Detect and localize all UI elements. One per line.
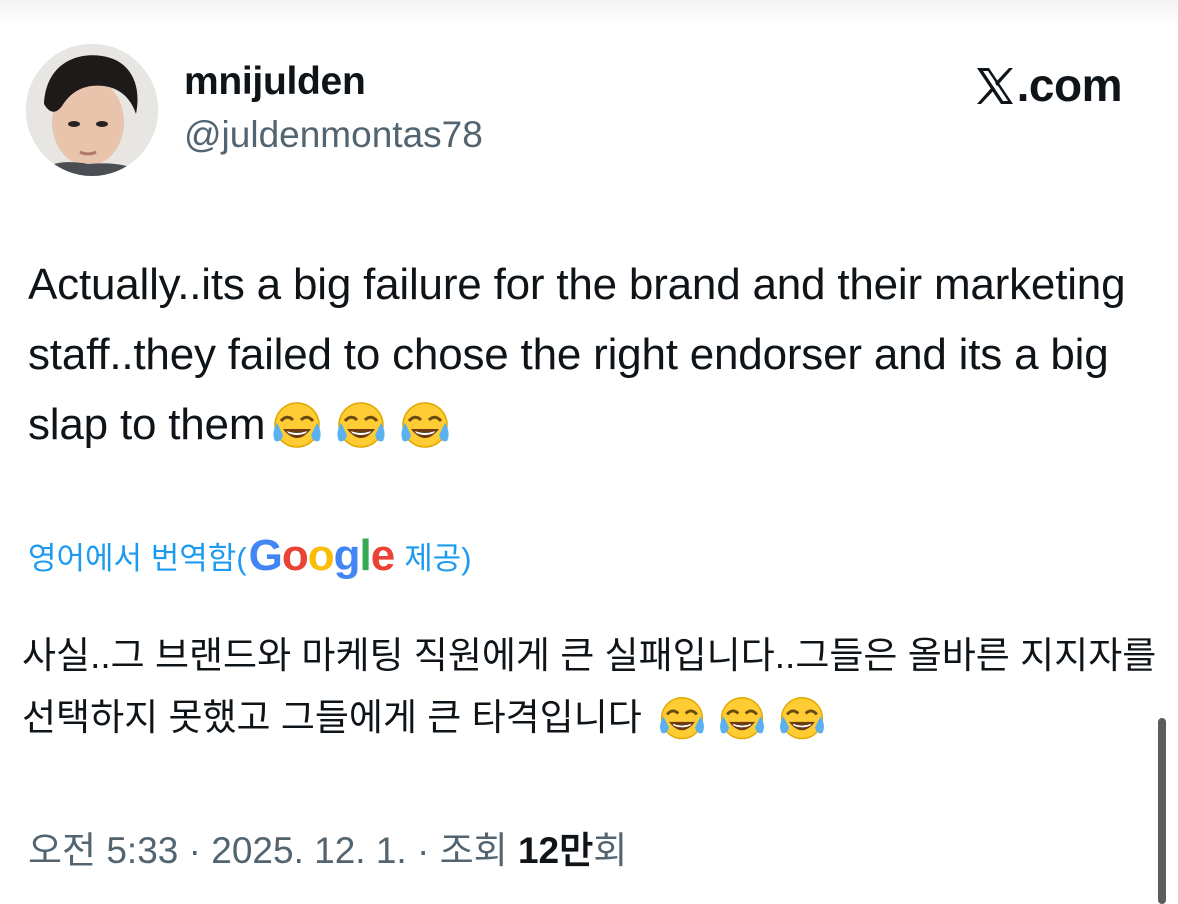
brand-domain-label: .com (1016, 59, 1123, 111)
tweet-text: Actually..its a big failure for the bran… (28, 260, 1126, 449)
face-with-tears-of-joy-icon (656, 694, 708, 746)
display-name[interactable]: mnijulden (184, 60, 366, 104)
face-with-tears-of-joy-icon (716, 694, 768, 746)
brand-watermark: .com (974, 58, 1123, 112)
tweet-date[interactable]: 2025. 12. 1. (211, 830, 406, 871)
x-logo-icon (974, 64, 1016, 106)
tweet-time[interactable]: 오전 5:33 (28, 830, 178, 871)
views-label: 조회 (439, 830, 518, 871)
views-count: 12만 (517, 830, 594, 871)
face-with-tears-of-joy-icon (269, 399, 325, 455)
translation-attribution[interactable]: 영어에서 번역함( Google 제공) (28, 533, 472, 578)
scrollbar-thumb[interactable] (1158, 718, 1166, 904)
meta-separator: · (406, 830, 440, 871)
tweet-body: Actually..its a big failure for the bran… (28, 250, 1148, 460)
tweet-meta: 오전 5:33 · 2025. 12. 1. · 조회 12만회 (28, 820, 627, 874)
face-with-tears-of-joy-icon (397, 399, 453, 455)
translation-suffix: 제공) (404, 541, 472, 576)
translated-tweet-body: 사실..그 브랜드와 마케팅 직원에게 큰 실패입니다..그들은 올바른 지지자… (22, 625, 1162, 749)
meta-separator: · (178, 830, 212, 871)
translation-prefix: 영어에서 번역함( (28, 541, 247, 576)
top-strip (0, 0, 1178, 26)
translated-text: 사실..그 브랜드와 마케팅 직원에게 큰 실패입니다..그들은 올바른 지지자… (22, 635, 1157, 738)
views-suffix: 회 (593, 830, 628, 871)
user-handle[interactable]: @juldenmontas78 (184, 114, 483, 156)
avatar[interactable] (26, 44, 158, 176)
google-logo: Google (248, 530, 396, 580)
face-with-tears-of-joy-icon (776, 694, 828, 746)
face-with-tears-of-joy-icon (333, 399, 389, 455)
